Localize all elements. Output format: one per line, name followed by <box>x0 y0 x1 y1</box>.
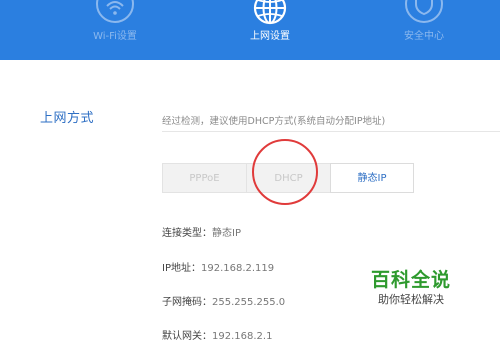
info-row-subnet-mask: 子网掩码：255.255.255.0 <box>162 293 285 308</box>
info-value: 192.168.2.1 <box>212 331 273 342</box>
info-row-connection-type: 连接类型：静态IP <box>162 224 241 239</box>
nav-label-wifi: Wi-Fi设置 <box>93 31 137 42</box>
divider <box>162 131 500 132</box>
nav-label-internet: 上网设置 <box>250 31 290 42</box>
nav-item-wifi-settings[interactable]: Wi-Fi设置 <box>45 0 185 60</box>
info-label: IP地址： <box>162 263 201 274</box>
info-value: 192.168.2.119 <box>200 263 275 274</box>
nav-item-security-center[interactable]: 安全中心 <box>354 0 494 60</box>
nav-label-security: 安全中心 <box>404 31 444 42</box>
globe-icon <box>253 0 287 25</box>
info-row-ip-address: IP地址：192.168.2.119 <box>162 259 274 274</box>
wifi-icon <box>96 0 134 23</box>
top-nav-bar: Wi-Fi设置 上网设置 安全中心 <box>0 0 500 60</box>
highlight-circle <box>252 139 318 205</box>
nav-item-internet-settings[interactable]: 上网设置 <box>200 0 340 60</box>
tab-pppoe[interactable]: PPPoE <box>162 163 246 193</box>
section-title: 上网方式 <box>40 111 95 126</box>
tab-static-ip[interactable]: 静态IP <box>330 163 414 193</box>
info-label: 子网掩码： <box>162 297 212 308</box>
info-row-default-gateway: 默认网关：192.168.2.1 <box>162 327 272 342</box>
info-label: 默认网关： <box>162 331 212 342</box>
watermark-logo: 百科全说 助你轻松解决 <box>356 268 466 308</box>
watermark-title: 百科全说 <box>370 269 451 291</box>
watermark-subtitle: 助你轻松解决 <box>378 293 444 306</box>
shield-icon <box>405 0 443 23</box>
info-value: 255.255.255.0 <box>212 297 286 308</box>
info-value: 静态IP <box>212 228 241 239</box>
info-label: 连接类型： <box>162 228 212 239</box>
detection-hint: 经过检测，建议使用DHCP方式(系统自动分配IP地址) <box>162 116 386 127</box>
